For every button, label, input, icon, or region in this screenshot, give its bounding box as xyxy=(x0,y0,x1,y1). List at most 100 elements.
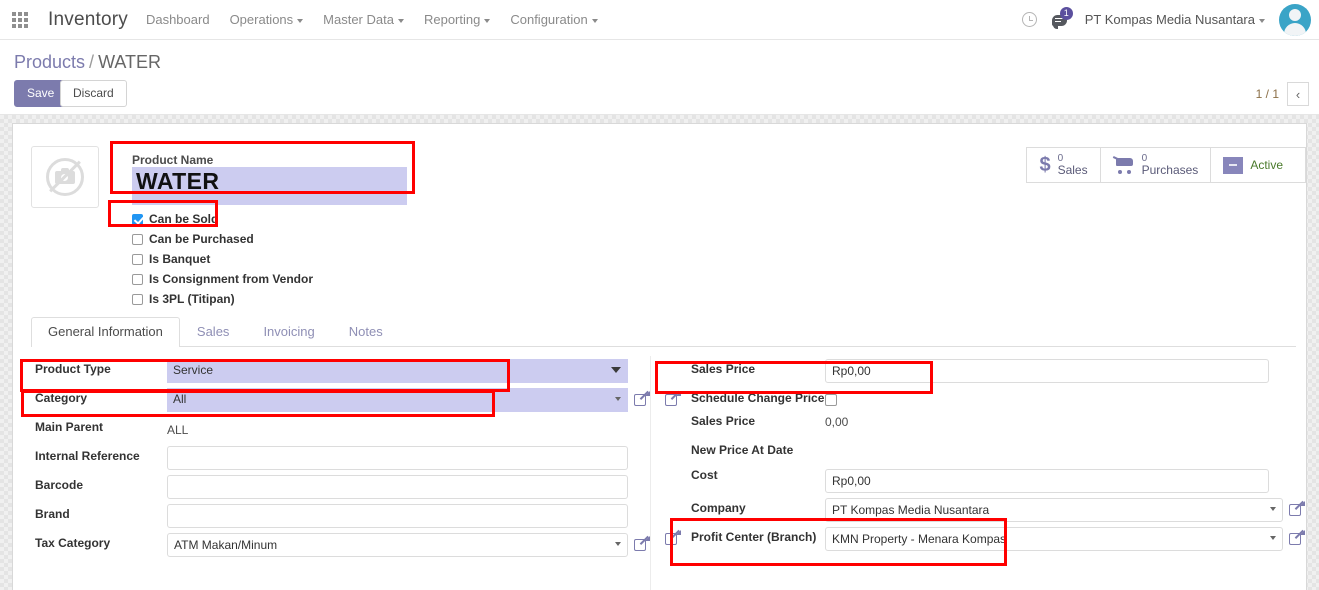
profit-center-external-link-icon-left[interactable] xyxy=(665,530,681,546)
field-label: Profit Center (Branch) xyxy=(691,530,817,544)
avatar[interactable] xyxy=(1279,3,1311,36)
field-brand: Brand xyxy=(19,501,650,529)
cost-input[interactable] xyxy=(825,469,1269,493)
field-label: Product Type xyxy=(35,362,111,376)
menu-item-configuration[interactable]: Configuration xyxy=(510,12,598,27)
checkbox-label: Is Consignment from Vendor xyxy=(149,272,314,286)
breadcrumb-products-link[interactable]: Products xyxy=(14,52,85,72)
tax-category-select[interactable]: ATM Makan/Minum xyxy=(167,533,628,557)
field-tax-category: Tax Category ATM Makan/Minum xyxy=(19,530,650,558)
stat-purchases-value: 0 xyxy=(1141,152,1148,164)
profit-center-select[interactable]: KMN Property - Menara Kompas xyxy=(825,527,1283,551)
checkbox-is-banquet[interactable]: Is Banquet xyxy=(132,252,210,266)
product-name-input[interactable]: WATER xyxy=(132,167,407,195)
chevron-down-icon xyxy=(484,18,491,23)
chevron-down-icon xyxy=(1270,507,1276,511)
brand-input[interactable] xyxy=(167,504,628,528)
discard-button[interactable]: Discard xyxy=(60,80,127,107)
product-type-select[interactable]: Service xyxy=(167,359,628,383)
checkbox-label: Can be Purchased xyxy=(149,232,254,246)
navbar-right-group: 1 PT Kompas Media Nusantara xyxy=(1021,3,1319,36)
checkbox-label: Can be Sold xyxy=(149,212,219,226)
product-image-placeholder[interactable] xyxy=(31,146,99,208)
tax-category-external-link-icon[interactable] xyxy=(634,536,650,552)
archive-box-icon xyxy=(1223,156,1244,174)
menu-item-reporting[interactable]: Reporting xyxy=(424,12,491,27)
chevron-down-icon xyxy=(591,18,598,23)
clock-icon[interactable] xyxy=(1021,12,1037,27)
messages-icon[interactable]: 1 xyxy=(1051,6,1073,30)
field-cost: Cost xyxy=(665,466,1305,494)
breadcrumb-current: WATER xyxy=(98,52,162,72)
checkbox-icon[interactable] xyxy=(132,273,143,285)
tab-invoicing[interactable]: Invoicing xyxy=(246,317,331,347)
app-brand-title[interactable]: Inventory xyxy=(48,9,128,31)
company-select[interactable]: PT Kompas Media Nusantara xyxy=(825,498,1283,522)
profit-center-external-link-icon[interactable] xyxy=(1289,530,1305,546)
stat-sales-label: Sales xyxy=(1057,162,1088,177)
tab-notes[interactable]: Notes xyxy=(332,317,400,347)
schedule-change-price-checkbox[interactable] xyxy=(825,394,837,406)
control-panel: Products / WATER Save Discard 1 / 1 ‹ xyxy=(0,40,1319,115)
field-label: Cost xyxy=(691,468,718,482)
checkbox-can-be-purchased[interactable]: Can be Purchased xyxy=(132,232,254,246)
barcode-input[interactable] xyxy=(167,475,628,499)
menu-item-operations[interactable]: Operations xyxy=(230,12,304,27)
field-company: Company PT Kompas Media Nusantara xyxy=(665,495,1305,523)
checkbox-label: Is Banquet xyxy=(149,252,211,266)
menu-label: Operations xyxy=(229,12,294,27)
category-value[interactable]: All xyxy=(167,388,628,412)
checkbox-icon[interactable] xyxy=(132,293,143,305)
notebook-tabs: General Information Sales Invoicing Note… xyxy=(31,317,1296,347)
category-external-link-icon[interactable] xyxy=(634,391,650,407)
category-select[interactable]: All xyxy=(167,388,628,412)
field-product-type: Product Type Service xyxy=(19,356,650,384)
stat-button-purchases[interactable]: 0 Purchases xyxy=(1099,147,1212,183)
field-label: Tax Category xyxy=(35,536,111,550)
form-sheet: $ 0 Sales 0 Purchases Active Product Nam… xyxy=(12,123,1307,590)
cart-icon xyxy=(1112,155,1135,174)
tab-general-information[interactable]: General Information xyxy=(31,317,180,347)
no-camera-icon xyxy=(46,158,84,196)
schedule-change-price-external-link-icon[interactable] xyxy=(665,391,681,407)
chevron-down-icon xyxy=(611,367,621,373)
sales-price-input[interactable] xyxy=(825,359,1269,383)
field-label: Sales Price xyxy=(691,414,756,428)
company-switcher[interactable]: PT Kompas Media Nusantara xyxy=(1085,12,1265,27)
product-type-value[interactable]: Service xyxy=(167,359,628,383)
field-new-price-at-date: New Price At Date xyxy=(665,443,1305,465)
menu-item-master-data[interactable]: Master Data xyxy=(323,12,404,27)
menu-label: Master Data xyxy=(323,12,394,27)
field-sales-price: Sales Price xyxy=(665,356,1305,384)
field-label: Barcode xyxy=(35,478,84,492)
chevron-down-icon xyxy=(397,18,404,23)
field-barcode: Barcode xyxy=(19,472,650,500)
field-sales-price-scheduled: Sales Price 0,00 xyxy=(665,414,1305,442)
stat-button-group: $ 0 Sales 0 Purchases Active xyxy=(1026,147,1306,183)
sales-price-spacer xyxy=(665,362,681,378)
internal-reference-input[interactable] xyxy=(167,446,628,470)
chevron-down-icon xyxy=(297,18,304,23)
checkbox-can-be-sold[interactable]: Can be Sold xyxy=(132,212,218,226)
stat-button-sales[interactable]: $ 0 Sales xyxy=(1026,147,1101,183)
apps-grid-icon[interactable] xyxy=(0,0,40,40)
pager-previous-button[interactable]: ‹ xyxy=(1287,82,1309,106)
checkbox-icon-checked[interactable] xyxy=(132,213,143,225)
pager: 1 / 1 ‹ xyxy=(1256,82,1309,106)
checkbox-is-3pl-titipan[interactable]: Is 3PL (Titipan) xyxy=(132,292,235,306)
checkbox-is-consignment-from-vendor[interactable]: Is Consignment from Vendor xyxy=(132,272,313,286)
field-internal-reference: Internal Reference xyxy=(19,443,650,471)
tab-sales[interactable]: Sales xyxy=(180,317,247,347)
profit-center-value[interactable]: KMN Property - Menara Kompas xyxy=(825,527,1283,551)
checkbox-icon[interactable] xyxy=(132,253,143,265)
checkbox-icon[interactable] xyxy=(132,233,143,245)
company-value[interactable]: PT Kompas Media Nusantara xyxy=(825,498,1283,522)
tax-category-value[interactable]: ATM Makan/Minum xyxy=(167,533,628,557)
menu-item-dashboard[interactable]: Dashboard xyxy=(146,12,210,27)
product-name-label: Product Name xyxy=(132,153,214,167)
company-external-link-icon[interactable] xyxy=(1289,501,1305,517)
stat-button-active[interactable]: Active xyxy=(1210,147,1306,183)
field-main-parent: Main Parent ALL xyxy=(19,414,650,442)
